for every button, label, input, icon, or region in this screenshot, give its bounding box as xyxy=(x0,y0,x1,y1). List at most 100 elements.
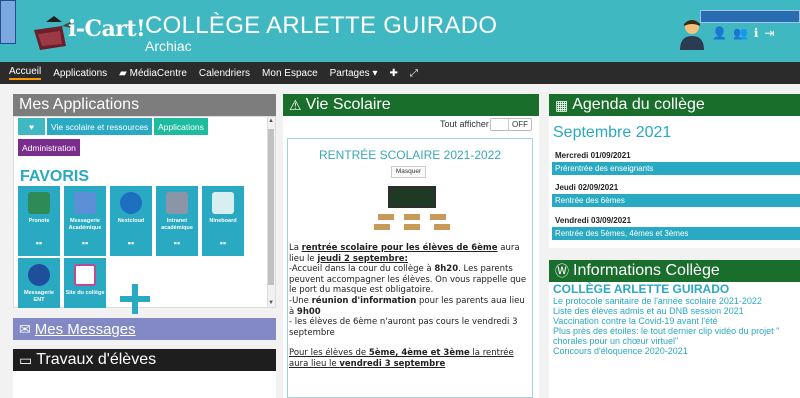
nextcloud-icon xyxy=(120,192,142,214)
nav-applications[interactable]: Applications xyxy=(53,68,107,79)
wordpress-icon: Ⓦ xyxy=(555,263,569,279)
favoris-title: FAVORIS xyxy=(20,168,90,185)
calendar-icon: ▦ xyxy=(555,96,569,113)
event-item[interactable]: Rentrée des 6èmes xyxy=(552,194,800,207)
pronote-icon xyxy=(28,192,50,214)
news-text-1a: La xyxy=(289,243,302,253)
apps-scroll-thumb[interactable] xyxy=(268,129,274,285)
infos-list: Le protocole sanitaire de l'année scolai… xyxy=(553,296,800,356)
event-item[interactable]: Rentrée des 5èmes, 4èmes et 3èmes xyxy=(552,227,800,240)
event-item[interactable]: Prérentrée des enseignants xyxy=(552,162,800,175)
news-text-1d: jeudi 2 septembre: xyxy=(317,253,408,264)
app-tile-intranet[interactable]: Intranet académique ▪▪ xyxy=(156,186,198,256)
avatar[interactable] xyxy=(678,16,706,50)
infos-title: Informations Collège xyxy=(573,262,720,279)
travaux-title: Travaux d'élèves xyxy=(36,351,157,368)
app-tile-pronote[interactable]: Pronote ▪▪ xyxy=(18,186,60,256)
tile-label: Messagerie ENT xyxy=(24,290,54,303)
add-icon[interactable]: ✚ xyxy=(389,68,397,79)
vie-scolaire-header: ⚠ Vie Scolaire xyxy=(283,94,539,116)
nineboard-icon xyxy=(212,192,234,214)
info-link[interactable]: Plus près des étoiles: le tout dernier c… xyxy=(553,326,800,336)
info-link[interactable]: Liste des élèves admis et au DNB session… xyxy=(553,306,800,316)
messages-title[interactable]: Mes Messages xyxy=(35,321,136,338)
info-link[interactable]: Le protocole sanitaire de l'année scolai… xyxy=(553,296,800,306)
tile-label: Intranet académique xyxy=(161,218,193,231)
info-link[interactable]: chorales pour un chœur virtuel" xyxy=(553,336,800,346)
vie-scolaire-title: Vie Scolaire xyxy=(305,96,391,113)
tile-label: Nextcloud xyxy=(117,218,145,224)
news-text-4: - les élèves de 6ème n'auront pas cours … xyxy=(289,317,518,338)
agenda-header: ▦ Agenda du collège xyxy=(549,94,800,116)
news-text-2b: 8h20 xyxy=(434,264,459,275)
chip-administration[interactable]: Administration xyxy=(18,139,80,156)
main-navbar: Accueil Applications ▰ MédiaCentre Calen… xyxy=(0,62,800,84)
tile-actions-icon[interactable]: ▪▪ xyxy=(110,238,152,248)
tile-label: Site du collège xyxy=(65,290,105,296)
news-text-5d: vendredi 3 septembre xyxy=(339,358,446,369)
info-icon[interactable]: ℹ xyxy=(754,26,759,40)
page-title: COLLÈGE ARLETTE GUIRADO xyxy=(145,12,498,39)
agenda-month: Septembre 2021 xyxy=(553,124,672,141)
app-tile-nineboard[interactable]: Nineboard ▪▪ xyxy=(202,186,244,256)
monitor-icon: ▭ xyxy=(19,351,33,368)
nav-calendriers[interactable]: Calendriers xyxy=(199,68,250,79)
expand-icon[interactable]: ⤢ xyxy=(410,68,418,79)
intranet-icon xyxy=(166,192,188,214)
info-link[interactable]: Concours d'éloquence 2020-2021 xyxy=(553,346,800,356)
news-body: La rentrée scolaire pour les élèves de 6… xyxy=(289,243,529,370)
toggle-state: OFF xyxy=(512,120,528,129)
travaux-panel-body xyxy=(13,371,276,398)
tile-label: Messagerie Académique xyxy=(68,218,102,231)
messages-panel-header[interactable]: ✉ Mes Messages xyxy=(13,318,276,340)
chip-applications[interactable]: Applications xyxy=(154,118,208,135)
user-name-field[interactable] xyxy=(700,10,800,23)
tile-actions-icon[interactable]: ▪▪ xyxy=(18,238,60,248)
apps-panel-header: Mes Applications xyxy=(13,94,276,116)
envelope-icon: ✉ xyxy=(19,320,31,337)
app-tile-messagerie-ent[interactable]: Messagerie ENT xyxy=(18,258,60,308)
scroll-down-icon[interactable]: ▼ xyxy=(268,300,274,306)
infos-header: Ⓦ Informations Collège xyxy=(549,260,800,282)
hide-button[interactable]: Masquer xyxy=(391,166,426,178)
scroll-up-icon[interactable]: ▲ xyxy=(268,118,274,124)
user-tools: 👤 👥 ℹ ⇥ xyxy=(712,26,775,40)
news-text-3a: -Une xyxy=(289,295,312,306)
nav-mediacentre[interactable]: ▰ MédiaCentre xyxy=(119,68,187,79)
mail-icon xyxy=(74,192,96,214)
site-icon xyxy=(74,264,96,286)
apps-scrollbar[interactable]: ▲ ▼ xyxy=(267,117,275,307)
agenda-title: Agenda du collège xyxy=(572,96,705,113)
window-corner xyxy=(0,0,16,44)
app-tile-nextcloud[interactable]: Nextcloud ▪▪ xyxy=(110,186,152,256)
info-link[interactable]: Vaccination contre la Covid-19 avant l'é… xyxy=(553,316,800,326)
tile-actions-icon[interactable]: ▪▪ xyxy=(202,238,244,248)
news-text-1b: rentrée scolaire pour les élèves de 6ème xyxy=(301,243,498,253)
news-text-3d: 9h00 xyxy=(296,306,321,317)
nav-mon-espace[interactable]: Mon Espace xyxy=(262,68,318,79)
infos-section-title[interactable]: COLLÈGE ARLETTE GUIRADO xyxy=(553,282,729,296)
favorites-heart-chip[interactable]: ♥ xyxy=(18,118,45,135)
add-app-icon[interactable] xyxy=(120,284,150,314)
tile-label: Pronote xyxy=(28,218,50,224)
message-icon xyxy=(28,264,50,286)
app-tile-site-college[interactable]: Site du collège xyxy=(64,258,106,308)
nav-partages[interactable]: Partages ▾ xyxy=(330,68,378,79)
nav-accueil[interactable]: Accueil xyxy=(9,66,42,80)
app-tile-messagerie-academique[interactable]: Messagerie Académique ▪▪ xyxy=(64,186,106,256)
logout-icon[interactable]: ⇥ xyxy=(764,26,774,40)
show-all-toggle[interactable]: OFF xyxy=(490,118,532,131)
users-icon[interactable]: 👤 xyxy=(712,26,727,40)
event-date: Mercredi 01/09/2021 xyxy=(555,151,631,160)
book-icon: ▰ xyxy=(119,67,130,79)
chip-vie-scolaire[interactable]: Vie scolaire et ressources xyxy=(47,118,153,135)
news-text-5a: Pour les élèves de xyxy=(289,348,369,359)
tile-actions-icon[interactable]: ▪▪ xyxy=(156,238,198,248)
group-icon[interactable]: 👥 xyxy=(733,26,748,40)
news-text-3b: réunion d'information xyxy=(311,295,417,306)
news-text-2a: -Accueil dans la cour du collège à xyxy=(289,264,435,275)
event-date: Jeudi 02/09/2021 xyxy=(555,183,619,192)
event-date: Vendredi 03/09/2021 xyxy=(555,216,632,225)
logo-text[interactable]: i-Cart! xyxy=(68,16,146,42)
tile-actions-icon[interactable]: ▪▪ xyxy=(64,238,106,248)
